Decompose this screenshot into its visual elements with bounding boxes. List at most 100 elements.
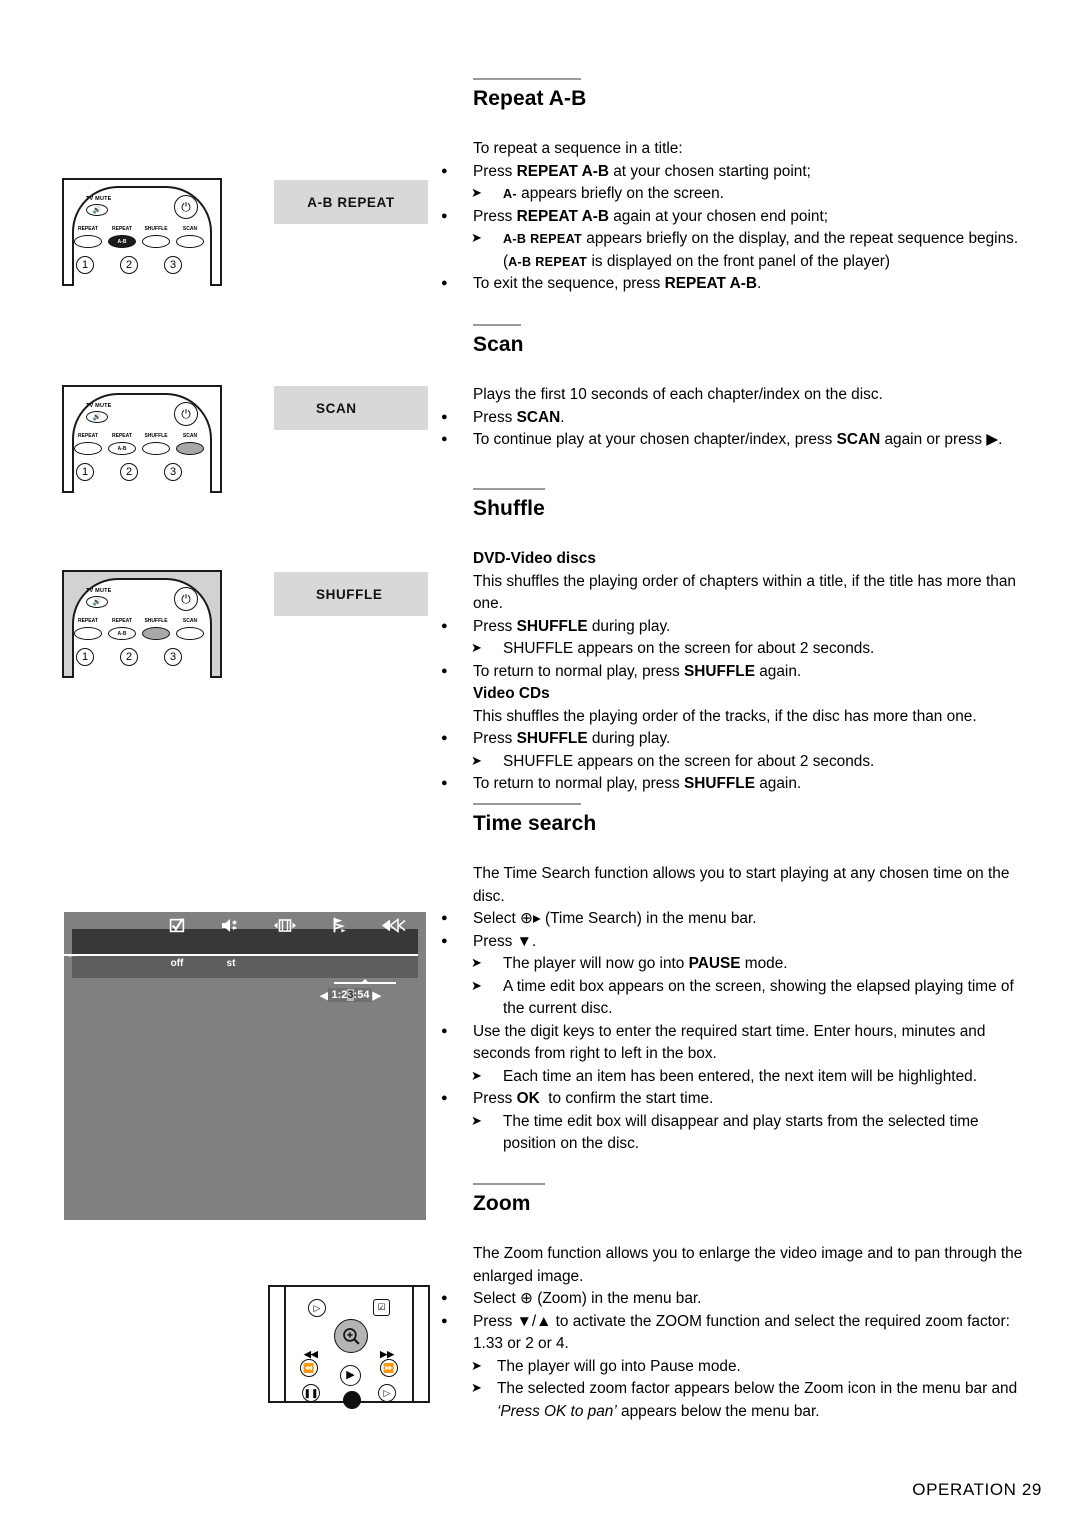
key-repeat-ab[interactable]: A-B <box>108 235 136 248</box>
number-key-row: 1 2 3 <box>76 256 212 278</box>
tv-mute-button[interactable]: 🔊 <box>86 204 108 216</box>
key-shuffle[interactable] <box>142 442 170 455</box>
key-repeat-ab[interactable]: A-B <box>108 442 136 455</box>
manual-page: TV MUTE 🔊 ⏻ REPEAT REPEAT SHUFFLE SCAN A… <box>0 0 1080 1528</box>
key-repeat-ab[interactable]: A-B <box>108 627 136 640</box>
list-item: Select ⊕▸ (Time Search) in the menu bar. <box>441 908 1033 930</box>
tv-mute-button[interactable]: 🔊 <box>86 596 108 608</box>
key-shuffle[interactable] <box>142 627 170 640</box>
remote-zoom: ▷ ☑ ◀◀ ▶▶ ⏪ ▶ ⏩ ❚❚ ▷ <box>268 1285 430 1409</box>
play-button[interactable]: ▶ <box>340 1365 361 1386</box>
key-number-3[interactable]: 3 <box>164 648 182 666</box>
key-label-scan: SCAN <box>182 226 198 232</box>
time-prev-arrow-icon[interactable]: ◀ <box>320 989 328 1002</box>
key-label-repeat-ab: REPEAT <box>112 226 132 232</box>
time-next-arrow-icon[interactable]: ▶ <box>372 989 380 1002</box>
intro-text: The Zoom function allows you to enlarge … <box>473 1245 1023 1285</box>
subheading-video-cds: Video CDs <box>473 685 550 703</box>
power-icon[interactable]: ⏻ <box>174 587 198 611</box>
key-number-3[interactable]: 3 <box>164 463 182 481</box>
intro-text: To repeat a sequence in a title: <box>473 140 683 158</box>
key-shuffle[interactable] <box>142 235 170 248</box>
osd-menu-bar <box>72 929 418 955</box>
tv-mute-label: TV MUTE <box>86 196 112 202</box>
step-list-vcd: Press SHUFFLE during play. SHUFFLE appea… <box>441 728 1033 795</box>
list-item: Press SCAN. <box>441 407 1033 429</box>
step-list: Select ⊕ (Zoom) in the menu bar. Press ▼… <box>441 1288 1033 1423</box>
list-item: The player will now go into PAUSE mode. <box>471 953 1033 975</box>
pause-button[interactable]: ❚❚ <box>302 1384 320 1402</box>
list-item: The time edit box will disappear and pla… <box>471 1111 1033 1156</box>
section-repeat-ab: Repeat A-B To repeat a sequence in a tit… <box>441 78 1033 296</box>
key-label-repeat: REPEAT <box>78 226 98 232</box>
section-time-search: Time search The Time Search function all… <box>441 803 1033 1156</box>
key-scan[interactable] <box>176 627 204 640</box>
key-number-3[interactable]: 3 <box>164 256 182 274</box>
section-rule <box>473 1183 545 1185</box>
remote-right-edge <box>412 1285 414 1403</box>
audio-language-icon[interactable] <box>218 915 244 935</box>
subtitle-value: off <box>170 958 184 969</box>
key-label-shuffle: SHUFFLE <box>144 226 168 232</box>
list-item: Press ▼/▲ to activate the ZOOM function … <box>441 1311 1033 1356</box>
key-number-1[interactable]: 1 <box>76 256 94 274</box>
section-heading: Scan <box>473 332 524 356</box>
list-item: To return to normal play, press SHUFFLE … <box>441 773 1033 795</box>
screen-fit-icon[interactable] <box>272 915 298 935</box>
power-icon[interactable]: ⏻ <box>174 402 198 426</box>
key-scan[interactable] <box>176 442 204 455</box>
key-scan[interactable] <box>176 235 204 248</box>
page-title: Repeat A-B <box>473 86 587 110</box>
function-key-row: REPEAT REPEAT SHUFFLE SCAN A-B <box>74 618 214 644</box>
key-repeat[interactable] <box>74 442 102 455</box>
section-body: DVD-Video discs This shuffles the playin… <box>441 548 1033 795</box>
section-body: The Zoom function allows you to enlarge … <box>441 1243 1033 1423</box>
tv-mute-button[interactable]: 🔊 <box>86 411 108 423</box>
section-rule <box>473 78 581 80</box>
key-label-shuffle: SHUFFLE <box>144 433 168 439</box>
section-heading: Time search <box>473 811 597 835</box>
remote-left-edge <box>284 1285 286 1403</box>
scan-icon[interactable] <box>380 915 406 935</box>
list-item: To return to normal play, press SHUFFLE … <box>441 661 1033 683</box>
list-item: The player will go into Pause mode. <box>471 1356 1033 1378</box>
key-number-2[interactable]: 2 <box>120 463 138 481</box>
key-label-repeat-ab: REPEAT <box>112 433 132 439</box>
section-shuffle: Shuffle DVD-Video discs This shuffles th… <box>441 488 1033 796</box>
intro-text-dvd: This shuffles the playing order of chapt… <box>473 572 1016 613</box>
chip-scan: SCAN <box>274 386 428 430</box>
intro-text-vcd: This shuffles the playing order of the t… <box>473 707 977 725</box>
key-number-2[interactable]: 2 <box>120 648 138 666</box>
osd-left-arrow-icon: ← <box>66 946 79 961</box>
next-track-button[interactable]: ⏩ <box>380 1359 398 1377</box>
section-rule <box>473 803 581 805</box>
subtitle-icon[interactable]: ☑ <box>373 1299 390 1316</box>
section-rule <box>473 488 545 490</box>
list-item: Press REPEAT A-B at your chosen starting… <box>441 161 1033 183</box>
previous-track-button[interactable]: ⏪ <box>300 1359 318 1377</box>
list-item: To continue play at your chosen chapter/… <box>441 429 1033 451</box>
key-repeat[interactable] <box>74 235 102 248</box>
section-rule <box>473 324 521 326</box>
function-key-row: REPEAT REPEAT SHUFFLE SCAN A-B <box>74 433 214 459</box>
time-edit-box[interactable]: ◀ 1:23:54 ▶ <box>320 979 396 1002</box>
slow-motion-icon[interactable]: ▷ <box>308 1299 326 1317</box>
key-repeat[interactable] <box>74 627 102 640</box>
zoom-magnifier-button[interactable] <box>334 1319 368 1353</box>
stop-button[interactable] <box>343 1391 361 1409</box>
camera-angle-icon[interactable] <box>326 915 352 935</box>
list-item: Press ▼. <box>441 931 1033 953</box>
tv-mute-label: TV MUTE <box>86 588 112 594</box>
list-item: Use the digit keys to enter the required… <box>441 1021 1033 1066</box>
power-icon[interactable]: ⏻ <box>174 195 198 219</box>
step-forward-button[interactable]: ▷ <box>378 1384 396 1402</box>
chip-ab-repeat: A-B REPEAT <box>274 180 428 224</box>
subtitle-icon[interactable] <box>164 915 190 935</box>
key-number-2[interactable]: 2 <box>120 256 138 274</box>
key-number-1[interactable]: 1 <box>76 463 94 481</box>
list-item: The selected zoom factor appears below t… <box>471 1378 1033 1423</box>
section-body: The Time Search function allows you to s… <box>441 863 1033 1156</box>
key-number-1[interactable]: 1 <box>76 648 94 666</box>
step-list: Press SCAN. To continue play at your cho… <box>441 407 1033 452</box>
key-label-repeat-ab: REPEAT <box>112 618 132 624</box>
